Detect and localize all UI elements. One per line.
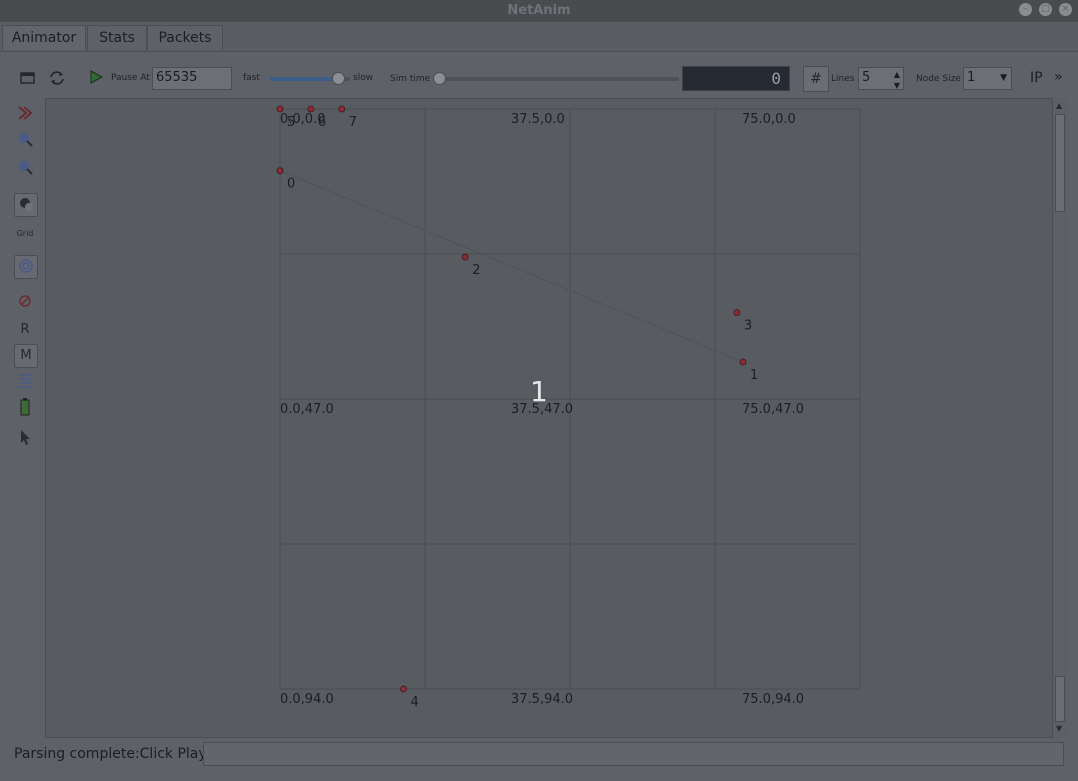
node-label-6: 6 [318,115,326,130]
grid-coordinate-label: 75.0,94.0 [742,692,804,707]
window-title: NetAnim [507,3,571,18]
time-display: 0 [682,66,790,91]
chevron-down-icon: ▼ [1000,73,1007,83]
maximize-icon[interactable]: □ [1039,3,1052,16]
grid-coordinate-label: 75.0,47.0 [742,402,804,417]
reload-icon[interactable] [48,69,66,87]
node-label-0: 0 [287,177,295,192]
m-icon[interactable]: M [14,344,38,368]
status-bar: Parsing complete:Click Play [0,738,1078,781]
topology-view[interactable]: 0.0,0.0 37.5,0.0 75.0,0.00.0,47.0 37.5,47.0… [46,99,1052,737]
fast-forward-icon[interactable] [14,102,36,124]
grid-icon-label: Grid [16,229,34,238]
close-icon[interactable]: × [1059,3,1072,16]
node-label-2: 2 [472,263,480,278]
tab-animator[interactable]: Animator [2,25,86,50]
node-7[interactable] [338,105,346,113]
spin-down-icon[interactable]: ▼ [894,76,900,96]
left-toolbar: Grid R M [0,98,44,738]
grid-toggle-icon[interactable]: # [803,66,829,92]
ip-toggle[interactable]: IP [1030,70,1043,86]
node-label-3: 3 [744,319,752,334]
lines-value: 5 [862,70,871,85]
grid-icon[interactable]: Grid [14,223,36,245]
grid-coordinate-label: 75.0,0.0 [742,112,796,127]
vertical-scrollbar[interactable]: ▲ ▼ [1053,98,1067,738]
node-5[interactable] [276,105,284,113]
sim-time-slider-handle[interactable] [433,72,446,85]
center-label: 1 [530,375,548,408]
lines-spinbox[interactable]: 5 ▲ ▼ [858,67,904,90]
animation-canvas[interactable]: 0.0,0.0 37.5,0.0 75.0,0.0 0.0,47.0 37.5,47.0… [45,98,1053,738]
grid-coordinate-label: 0.0,94.0 [280,692,334,707]
zoom-out-icon[interactable] [14,156,36,178]
play-icon[interactable] [88,69,104,85]
fast-label: fast [243,73,260,83]
title-bar: NetAnim – □ × [0,0,1078,22]
node-color-icon[interactable] [14,193,38,217]
r-icon-label: R [20,322,30,337]
lines-label: Lines [831,74,855,84]
pointer-icon[interactable] [14,426,36,448]
node-size-value: 1 [967,70,976,85]
grid-coordinate-label: 37.5,94.0 [511,692,573,707]
sim-time-label: Sim time [390,74,431,84]
scroll-down-icon[interactable]: ▼ [1056,724,1062,733]
no-entry-icon[interactable] [14,290,36,312]
grid-coordinate-label: 37.5,0.0 [511,112,565,127]
node-6[interactable] [307,105,315,113]
pause-at-label: Pause At [111,73,150,83]
node-size-label: Node Size [916,74,961,84]
toolbar: Pause At 65535 fast slow Sim time 0 # Li… [0,60,1078,98]
node-label-5: 5 [287,115,295,130]
scroll-up-icon[interactable]: ▲ [1056,101,1062,110]
node-0[interactable] [276,167,284,175]
node-label-7: 7 [349,115,357,130]
m-icon-label: M [20,348,32,363]
slow-label: slow [353,73,374,83]
link-line [279,170,744,363]
node-size-select[interactable]: 1 ▼ [963,67,1012,90]
node-label-1: 1 [750,368,758,383]
scrollbar-lower-thumb[interactable] [1055,676,1065,722]
scrollbar-thumb[interactable] [1055,114,1065,212]
node-1[interactable] [739,358,747,366]
tab-bar: Animator Stats Packets [0,22,1078,52]
tab-packets[interactable]: Packets [147,25,223,50]
time-display-value: 0 [771,69,781,88]
tab-stats[interactable]: Stats [87,25,147,50]
node-label-4: 4 [410,695,418,710]
status-input[interactable] [203,742,1064,766]
grid-coordinate-label: 0.0,47.0 [280,402,334,417]
node-3[interactable] [733,309,741,317]
toolbar-overflow-icon[interactable]: » [1054,69,1063,85]
minimize-icon[interactable]: – [1019,3,1032,16]
speed-slider-handle[interactable] [332,72,345,85]
node-2[interactable] [461,253,469,261]
speed-slider-fill [270,77,338,81]
open-file-icon[interactable] [20,70,36,84]
r-icon[interactable]: R [14,319,36,341]
lines-icon[interactable] [14,369,36,391]
status-text: Parsing complete:Click Play [14,746,207,762]
zoom-in-icon[interactable] [14,128,36,150]
battery-icon[interactable] [14,396,36,418]
node-4[interactable] [400,685,407,693]
fingerprint-icon[interactable] [14,255,38,279]
sim-time-slider-track[interactable] [433,77,679,81]
pause-at-input[interactable]: 65535 [152,67,232,90]
